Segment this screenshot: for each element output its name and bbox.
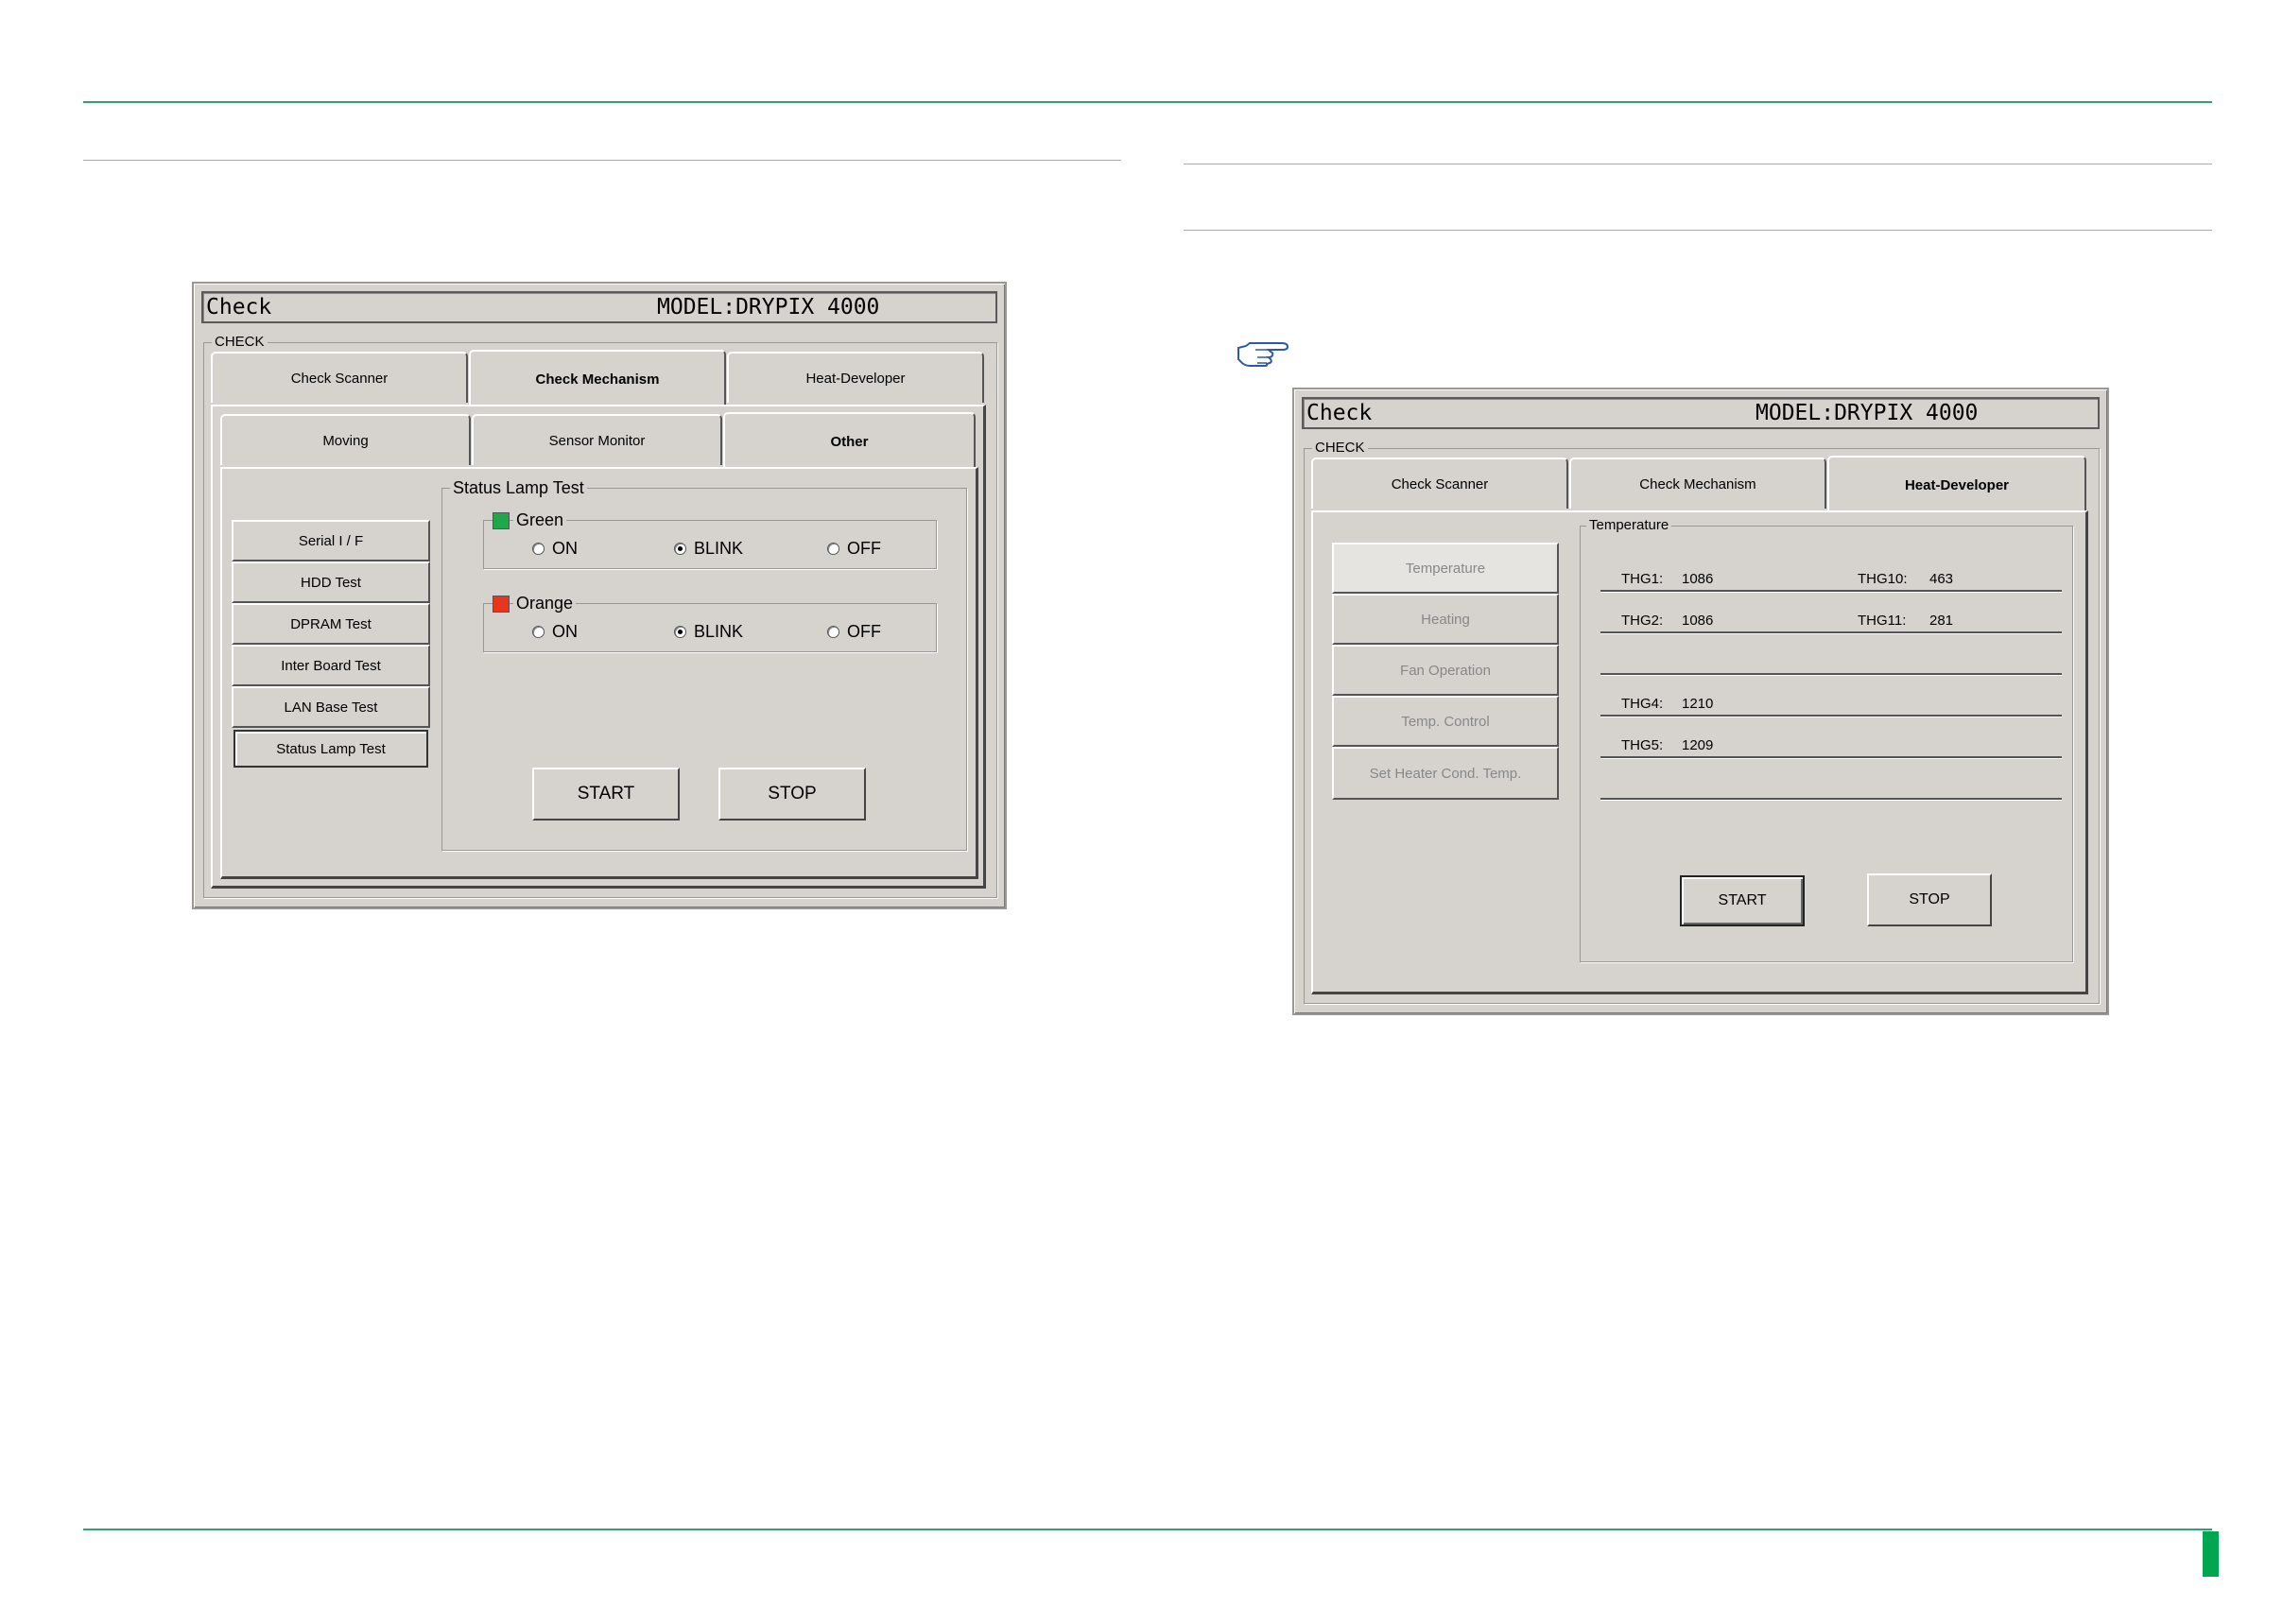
side-button-inter-board-test[interactable]: Inter Board Test [232, 645, 430, 686]
orange-lamp-swatch [493, 596, 510, 613]
reading-value: 1209 [1682, 737, 1714, 753]
reading-label: THG11: [1858, 613, 1907, 629]
reading-row: THG2: 1086 THG11: 281 [1600, 607, 2062, 633]
reading-value: 1210 [1682, 696, 1714, 712]
orange-lamp-label: Orange [513, 594, 577, 613]
reading-row [1600, 773, 2062, 800]
reading-label: THG10: [1858, 571, 1908, 587]
green-on-radio[interactable]: ON [532, 539, 578, 559]
bottom-green-rule [83, 1529, 2212, 1530]
orange-off-radio[interactable]: OFF [827, 622, 881, 642]
side-button-dpram-test[interactable]: DPRAM Test [232, 603, 430, 645]
right-model-label: MODEL:DRYPIX 4000 [1755, 401, 1979, 425]
left-tab-check-mechanism[interactable]: Check Mechanism [469, 350, 726, 406]
reading-row: THG5: 1209 [1600, 732, 2062, 758]
reading-row: THG1: 1086 THG10: 463 [1600, 565, 2062, 592]
side-button-temp-control[interactable]: Temp. Control [1332, 696, 1559, 747]
right-stop-button[interactable]: STOP [1867, 873, 1992, 926]
radio-dot [827, 543, 839, 555]
side-button-hdd-test[interactable]: HDD Test [232, 561, 430, 603]
reading-label: THG1: [1621, 571, 1664, 587]
top-green-rule [83, 101, 2212, 103]
radio-dot [674, 626, 686, 638]
left-window-title: Check [206, 295, 272, 320]
left-model-label: MODEL:DRYPIX 4000 [657, 295, 880, 320]
left-subtab-other[interactable]: Other [723, 412, 976, 469]
right-title-bar: Check MODEL:DRYPIX 4000 [1302, 397, 2100, 429]
left-section-rule [83, 160, 1121, 161]
green-off-radio[interactable]: OFF [827, 539, 881, 559]
left-check-window: Check MODEL:DRYPIX 4000 CHECK Check Scan… [192, 282, 1007, 909]
reading-label: THG2: [1621, 613, 1664, 629]
side-button-fan-operation[interactable]: Fan Operation [1332, 645, 1559, 696]
left-stop-button[interactable]: STOP [718, 768, 866, 821]
right-start-button[interactable]: START [1680, 875, 1805, 926]
left-subtab-moving[interactable]: Moving [220, 414, 471, 465]
radio-dot [674, 543, 686, 555]
pointing-hand-icon [1237, 338, 1289, 367]
radio-dot [827, 626, 839, 638]
reading-row [1600, 648, 2062, 675]
right-check-group-label: CHECK [1312, 440, 1368, 457]
green-blink-radio[interactable]: BLINK [674, 539, 743, 559]
radio-dot [532, 626, 545, 638]
left-tab-check-scanner[interactable]: Check Scanner [211, 352, 468, 403]
side-button-status-lamp-test[interactable]: Status Lamp Test [233, 730, 428, 768]
status-lamp-group-label: Status Lamp Test [450, 479, 587, 496]
reading-value: 281 [1929, 613, 1954, 629]
radio-dot [532, 543, 545, 555]
green-lamp-swatch [493, 512, 510, 529]
right-window-title: Check [1306, 401, 1373, 425]
left-check-group-label: CHECK [212, 334, 268, 351]
left-tab-heat-developer[interactable]: Heat-Developer [727, 352, 984, 403]
reading-row: THG4: 1210 [1600, 690, 2062, 717]
temperature-group-label: Temperature [1586, 517, 1672, 534]
reading-value: 1086 [1682, 571, 1714, 587]
side-button-temperature[interactable]: Temperature [1332, 543, 1559, 594]
left-title-bar: Check MODEL:DRYPIX 4000 [201, 291, 997, 323]
orange-blink-radio[interactable]: BLINK [674, 622, 743, 642]
green-lamp-label: Green [513, 510, 567, 530]
reading-value: 1086 [1682, 613, 1714, 629]
page-marker [2203, 1531, 2219, 1577]
reading-value: 463 [1929, 571, 1954, 587]
orange-on-radio[interactable]: ON [532, 622, 578, 642]
right-tab-check-mechanism[interactable]: Check Mechanism [1569, 458, 1826, 509]
side-button-lan-base-test[interactable]: LAN Base Test [232, 686, 430, 728]
reading-label: THG5: [1621, 737, 1664, 753]
right-section-rule-bottom [1184, 230, 2212, 231]
left-subtab-sensor-monitor[interactable]: Sensor Monitor [472, 414, 722, 465]
right-tab-check-scanner[interactable]: Check Scanner [1311, 458, 1568, 509]
left-start-button[interactable]: START [532, 768, 680, 821]
pointing-hand-svg [1237, 342, 1289, 367]
side-button-heating[interactable]: Heating [1332, 594, 1559, 645]
side-button-serial-if[interactable]: Serial I / F [232, 520, 430, 561]
right-tab-heat-developer[interactable]: Heat-Developer [1827, 456, 2086, 512]
reading-label: THG4: [1621, 696, 1664, 712]
right-check-window: Check MODEL:DRYPIX 4000 CHECK Check Scan… [1292, 388, 2109, 1015]
side-button-set-heater-cond-temp[interactable]: Set Heater Cond. Temp. [1332, 747, 1559, 800]
